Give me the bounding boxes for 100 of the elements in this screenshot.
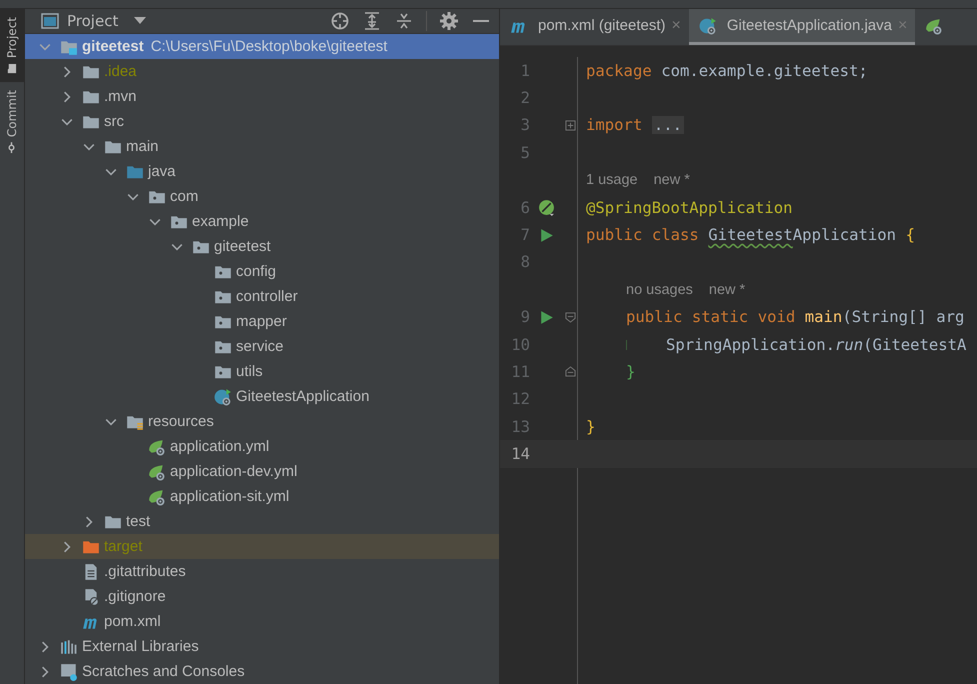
tree-item[interactable]: controller (25, 284, 499, 309)
item-label: utils (236, 363, 263, 380)
item-label: mapper (236, 313, 287, 330)
item-label: .gitattributes (104, 563, 186, 580)
item-label: External Libraries (82, 638, 199, 655)
locate-icon[interactable] (330, 11, 350, 31)
item-label: resources (148, 413, 214, 430)
line-number: 13 (510, 418, 530, 436)
tree-item[interactable]: .gitignore (25, 584, 499, 609)
item-label: .gitignore (104, 588, 166, 605)
inlay-hint[interactable]: 1 usage (586, 172, 638, 188)
code-token: { (906, 226, 915, 244)
spring-config-icon (925, 16, 944, 34)
code-token: main (804, 308, 842, 326)
code-token: @SpringBootApplication (586, 198, 793, 217)
line-number: 3 (520, 116, 530, 134)
item-label: giteetest (214, 238, 271, 255)
code-token: Application (792, 226, 896, 244)
chevron-right-icon[interactable] (61, 90, 73, 102)
item-label: example (192, 213, 249, 230)
tree-item[interactable]: utils (25, 359, 499, 384)
tree-item[interactable]: mapper (25, 309, 499, 334)
commit-icon (6, 142, 18, 154)
code-token: com.example.giteetest; (661, 62, 868, 80)
fold-plus-icon[interactable] (564, 120, 576, 131)
indent-guide (626, 340, 627, 350)
tree-item[interactable]: giteetest (25, 234, 499, 259)
chevron-right-icon[interactable] (61, 66, 73, 78)
tree-item[interactable]: test (25, 509, 499, 534)
line-number: 8 (520, 253, 530, 272)
tool-window-tab[interactable]: Project (0, 9, 24, 82)
tree-item[interactable]: giteetest C:\Users\Fu\Desktop\boke\giteetest (25, 34, 499, 59)
inlay-hint[interactable]: no usages (626, 282, 693, 298)
item-label: .idea (104, 63, 137, 80)
tool-window-tab[interactable]: Commit (0, 82, 24, 162)
item-label: service (236, 338, 284, 355)
chevron-right-icon[interactable] (61, 540, 73, 552)
line-number: 1 (520, 62, 530, 80)
leaf-icon[interactable] (538, 199, 554, 216)
tree-item[interactable]: application-sit.yml (25, 484, 499, 509)
code-token: } (586, 418, 596, 436)
dropdown-icon[interactable] (134, 17, 146, 25)
code-token: } (626, 362, 636, 381)
tree-item[interactable]: External Libraries (25, 634, 499, 659)
line-number: 11 (510, 362, 530, 381)
code-token: public (626, 308, 682, 326)
item-label: .mvn (104, 88, 137, 105)
line-number: 2 (520, 89, 530, 108)
line-number: 14 (510, 445, 530, 464)
tree-item[interactable]: example (25, 209, 499, 234)
tree-item[interactable]: src (25, 109, 499, 134)
panel-title[interactable]: Project (67, 12, 118, 30)
chevron-right-icon[interactable] (83, 516, 95, 528)
chevron-right-icon[interactable] (39, 640, 51, 652)
tree-item[interactable]: service (25, 334, 499, 359)
tree-item[interactable]: application.yml (25, 434, 499, 459)
tree-item[interactable]: .gitattributes (25, 559, 499, 584)
editor-tab[interactable]: pom.xml (giteetest) × (500, 9, 689, 45)
tree-item[interactable]: resources (25, 409, 499, 434)
tree-item[interactable]: config (25, 259, 499, 284)
line-number: 7 (520, 226, 530, 244)
tree-item[interactable]: main (25, 134, 499, 159)
tree-item[interactable]: Scratches and Consoles (25, 659, 499, 684)
tree-item[interactable]: java (25, 159, 499, 184)
tree-item[interactable]: .mvn (25, 84, 499, 109)
editor-tab[interactable]: GiteetestApplication.java × (688, 9, 916, 45)
item-label: application-sit.yml (170, 488, 290, 505)
expand-all-icon[interactable] (362, 11, 382, 31)
fold-end-icon[interactable] (564, 366, 576, 378)
tree-item[interactable]: com (25, 184, 499, 209)
code-token: class (652, 226, 699, 244)
fold-start-icon[interactable] (564, 312, 576, 323)
window-icon (41, 13, 59, 29)
inlay-hint[interactable]: new * (708, 282, 746, 298)
chevron-right-icon[interactable] (39, 666, 51, 678)
item-label: config (236, 263, 276, 280)
tree-item[interactable]: pom.xml (25, 609, 499, 634)
code-token: void (758, 308, 796, 326)
tree-item[interactable]: GiteetestApplication (25, 384, 499, 409)
collapse-all-icon[interactable] (394, 11, 414, 31)
line-number: 6 (520, 198, 530, 217)
settings-icon[interactable] (439, 11, 459, 31)
item-label: application-dev.yml (170, 463, 298, 480)
code-token: static (692, 308, 748, 326)
spring-class-icon (214, 388, 232, 406)
item-path: C:\Users\Fu\Desktop\boke\giteetest (150, 38, 388, 55)
line-number: 9 (520, 308, 530, 326)
scratches-icon (60, 662, 78, 680)
line-number: 12 (510, 390, 530, 408)
item-label: src (104, 113, 124, 130)
libraries-icon (60, 638, 78, 656)
spring-config-icon (148, 462, 166, 480)
tree-item[interactable]: application-dev.yml (25, 459, 499, 484)
spring-config-icon (148, 488, 166, 506)
code-token: ... (652, 116, 684, 134)
item-label: target (104, 538, 142, 555)
inlay-hint[interactable]: new * (654, 172, 690, 188)
item-label: GiteetestApplication (236, 388, 370, 405)
code-token: package (586, 62, 652, 80)
code-token: public (586, 226, 642, 244)
